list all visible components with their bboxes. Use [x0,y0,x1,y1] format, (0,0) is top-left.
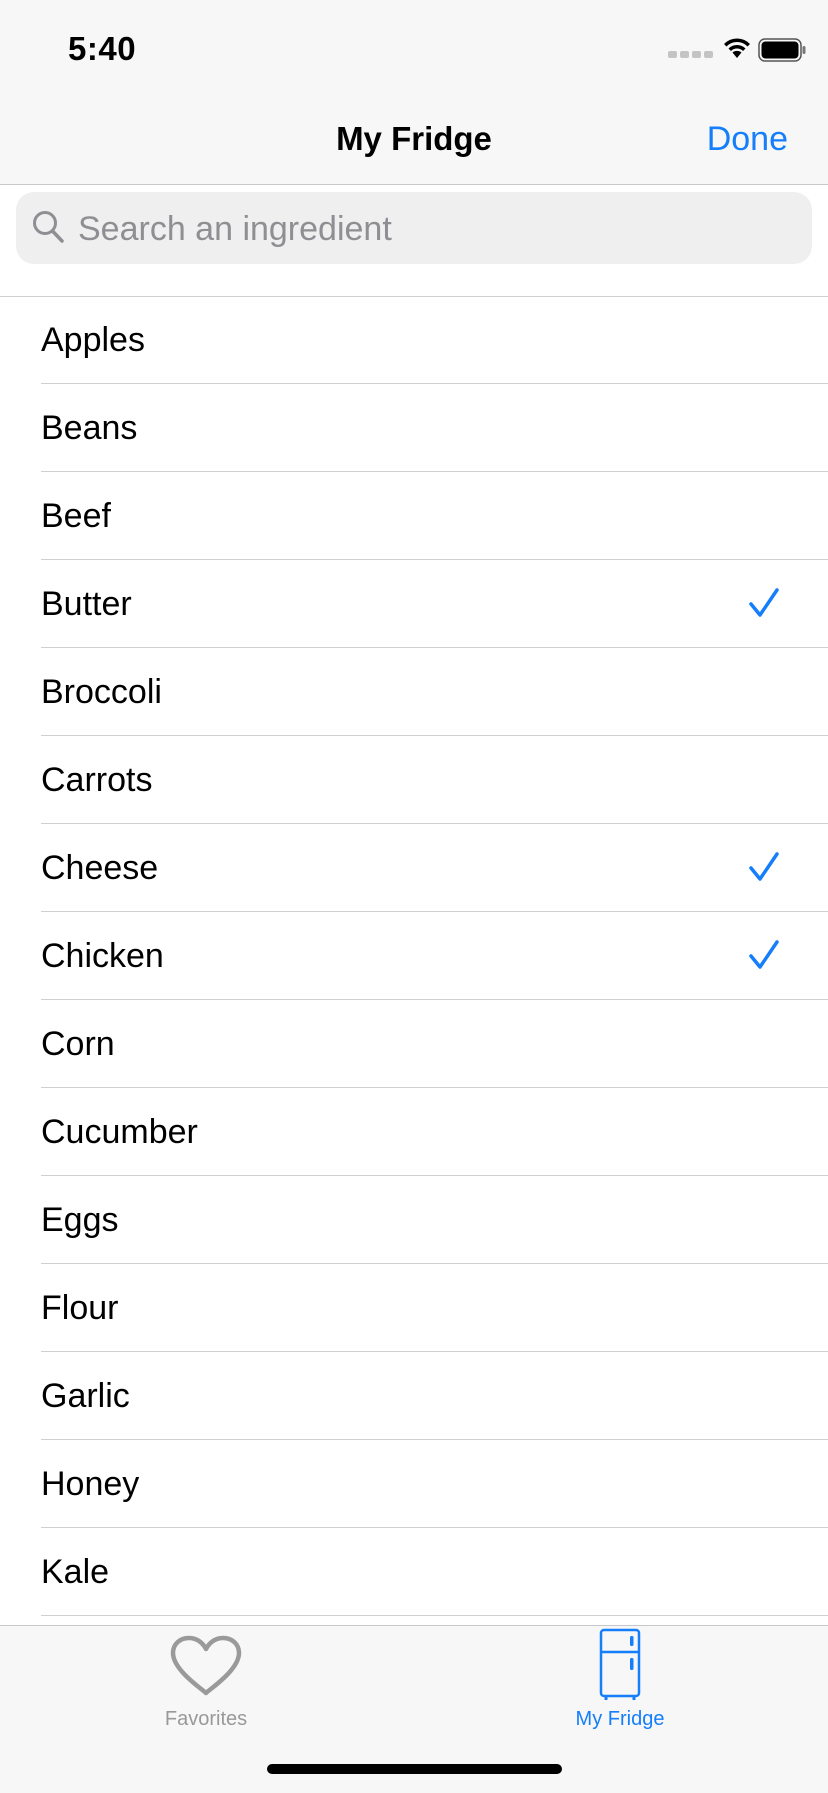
tab-label: My Fridge [575,1708,665,1730]
list-item[interactable]: Cucumber [0,1088,828,1176]
tab-favorites[interactable]: Favorites [106,1626,306,1736]
list-item[interactable]: Broccoli [0,648,828,736]
ingredient-label: Chicken [41,937,164,975]
list-item[interactable]: Flour [0,1264,828,1352]
done-button[interactable]: Done [707,120,788,159]
tab-label: Favorites [164,1708,248,1730]
list-item[interactable]: Kale [0,1528,828,1616]
list-item[interactable]: Carrots [0,736,828,824]
navigation-bar: My Fridge Done [0,100,828,185]
search-area [0,186,828,297]
ingredient-label: Beef [41,497,111,535]
tab-my-fridge[interactable]: My Fridge [520,1626,720,1736]
ingredient-label: Cucumber [41,1113,198,1151]
ingredient-label: Beans [41,409,138,447]
ingredient-label: Carrots [41,761,153,799]
home-indicator [267,1764,562,1774]
list-item[interactable]: Eggs [0,1176,828,1264]
status-bar: 5:40 [0,0,828,100]
ingredient-label: Butter [41,585,132,623]
checkmark-icon [749,940,779,969]
ingredient-label: Honey [41,1465,140,1503]
list-item[interactable]: Beef [0,472,828,560]
battery-icon [758,38,806,62]
status-time: 5:40 [68,30,137,67]
heart-icon [170,1635,242,1696]
list-item[interactable]: Cheese [0,824,828,912]
list-item[interactable]: Chicken [0,912,828,1000]
list-item[interactable]: Butter [0,560,828,648]
list-item[interactable]: Honey [0,1440,828,1528]
list-item[interactable]: Beans [0,384,828,472]
cellular-signal-icon [668,51,713,58]
list-item[interactable]: Corn [0,1000,828,1088]
search-input[interactable] [76,192,780,266]
ingredient-label: Garlic [41,1377,130,1415]
row-separator [41,1615,828,1616]
ingredient-label: Kale [41,1553,110,1591]
search-icon [33,211,64,243]
search-field[interactable] [16,192,812,266]
ingredient-label: Apples [41,321,145,359]
ingredient-label: Broccoli [41,673,162,711]
ingredient-label: Eggs [41,1201,119,1239]
checkmark-icon [749,852,779,881]
list-item[interactable]: Apples [0,296,828,384]
ingredient-list: Apples Beans Beef Butter Broccoli Carrots Chee… [0,296,828,1616]
fridge-icon [599,1628,641,1700]
ingredient-label: Flour [41,1289,119,1327]
page-title: My Fridge [336,120,492,157]
ingredient-label: Corn [41,1025,115,1063]
list-item[interactable]: Garlic [0,1352,828,1440]
wifi-icon [724,38,750,58]
checkmark-icon [749,588,779,617]
ingredient-label: Cheese [41,849,159,887]
